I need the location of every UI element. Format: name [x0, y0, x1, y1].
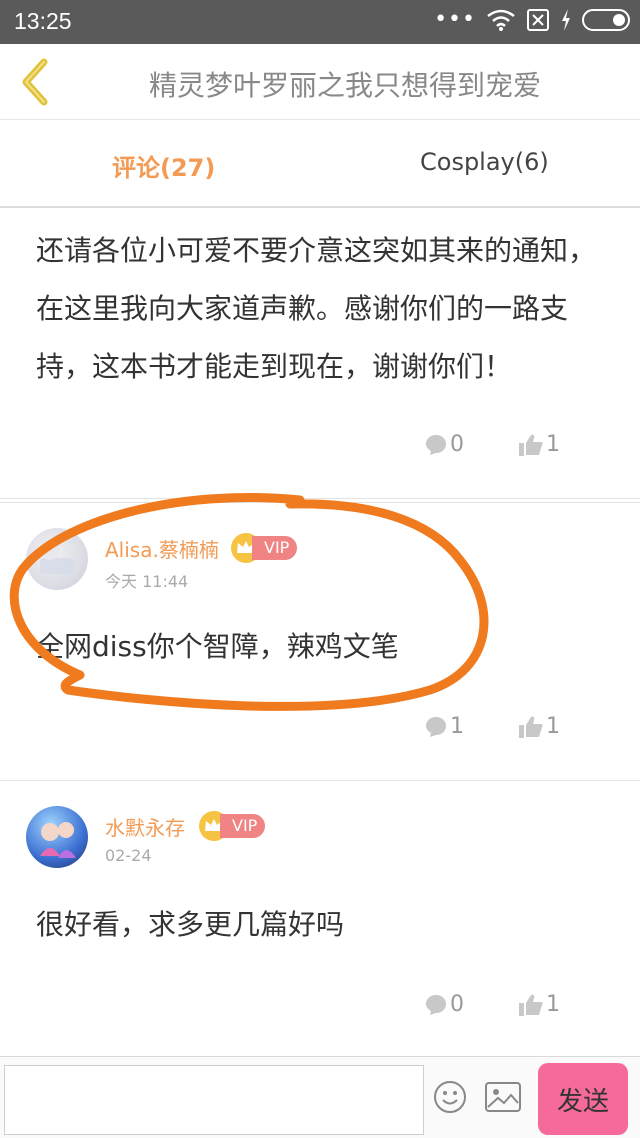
- comment-time: 今天 11:44: [105, 572, 189, 591]
- status-bar: 13:25 •••: [0, 0, 640, 44]
- like-count: 1: [546, 992, 560, 1017]
- annotation-circle: [9, 493, 489, 711]
- reply-count: 0: [450, 992, 464, 1017]
- comment-time: 02-24: [105, 846, 152, 865]
- comment-input[interactable]: [4, 1065, 424, 1135]
- no-sim-icon: [527, 9, 549, 31]
- comment-bubble-icon: [426, 716, 446, 737]
- battery-icon: [582, 9, 630, 31]
- page-title: 精灵梦叶罗丽之我只想得到宠爱: [148, 69, 541, 102]
- thumbs-up-icon: [519, 434, 543, 456]
- vip-label: VIP: [252, 536, 298, 560]
- divider: [0, 780, 640, 781]
- comment-composer: 发送: [0, 1056, 640, 1138]
- charging-icon: [562, 9, 570, 31]
- tab-comments[interactable]: 评论(27): [112, 148, 215, 183]
- like-action[interactable]: 1: [518, 432, 560, 457]
- reply-action[interactable]: 1: [424, 714, 464, 739]
- username[interactable]: Alisa.蔡楠楠: [105, 534, 219, 563]
- comment-text: 还请各位小可爱不要介意这突如其来的通知，在这里我向大家道声歉。感谢你们的一路支持…: [36, 234, 597, 383]
- divider: [0, 502, 640, 503]
- like-count: 1: [546, 714, 560, 739]
- comment-bubble-icon: [426, 994, 446, 1015]
- comment-text: 全网diss你个智障，辣鸡文笔: [36, 630, 399, 663]
- thumbs-up-icon: [519, 716, 543, 738]
- more-dots-icon: •••: [434, 7, 476, 32]
- comment-bubble-icon: [426, 434, 446, 455]
- like-action[interactable]: 1: [518, 714, 560, 739]
- status-time: 13:25: [14, 8, 72, 34]
- title-bar: 精灵梦叶罗丽之我只想得到宠爱: [0, 44, 640, 120]
- reply-count: 0: [450, 432, 464, 457]
- tab-cosplay[interactable]: Cosplay(6): [420, 148, 549, 176]
- comment-text: 很好看，求多更几篇好吗: [36, 908, 345, 941]
- divider: [0, 498, 640, 499]
- like-action[interactable]: 1: [518, 992, 560, 1017]
- status-icons: •••: [434, 8, 630, 32]
- reply-count: 1: [450, 714, 464, 739]
- avatar[interactable]: [26, 806, 88, 868]
- vip-badge: VIP: [198, 810, 266, 842]
- username[interactable]: 水默永存: [105, 812, 185, 841]
- wifi-icon: [487, 9, 515, 31]
- send-button[interactable]: 发送: [538, 1063, 628, 1135]
- avatar[interactable]: [26, 528, 88, 590]
- reply-action[interactable]: 0: [424, 992, 464, 1017]
- reply-action[interactable]: 0: [424, 432, 464, 457]
- image-icon[interactable]: [484, 1081, 522, 1113]
- like-count: 1: [546, 432, 560, 457]
- emoji-icon[interactable]: [432, 1079, 468, 1115]
- thumbs-up-icon: [519, 994, 543, 1016]
- vip-badge: VIP: [230, 532, 298, 564]
- tab-bar: 评论(27) Cosplay(6): [0, 120, 640, 208]
- vip-label: VIP: [220, 814, 266, 838]
